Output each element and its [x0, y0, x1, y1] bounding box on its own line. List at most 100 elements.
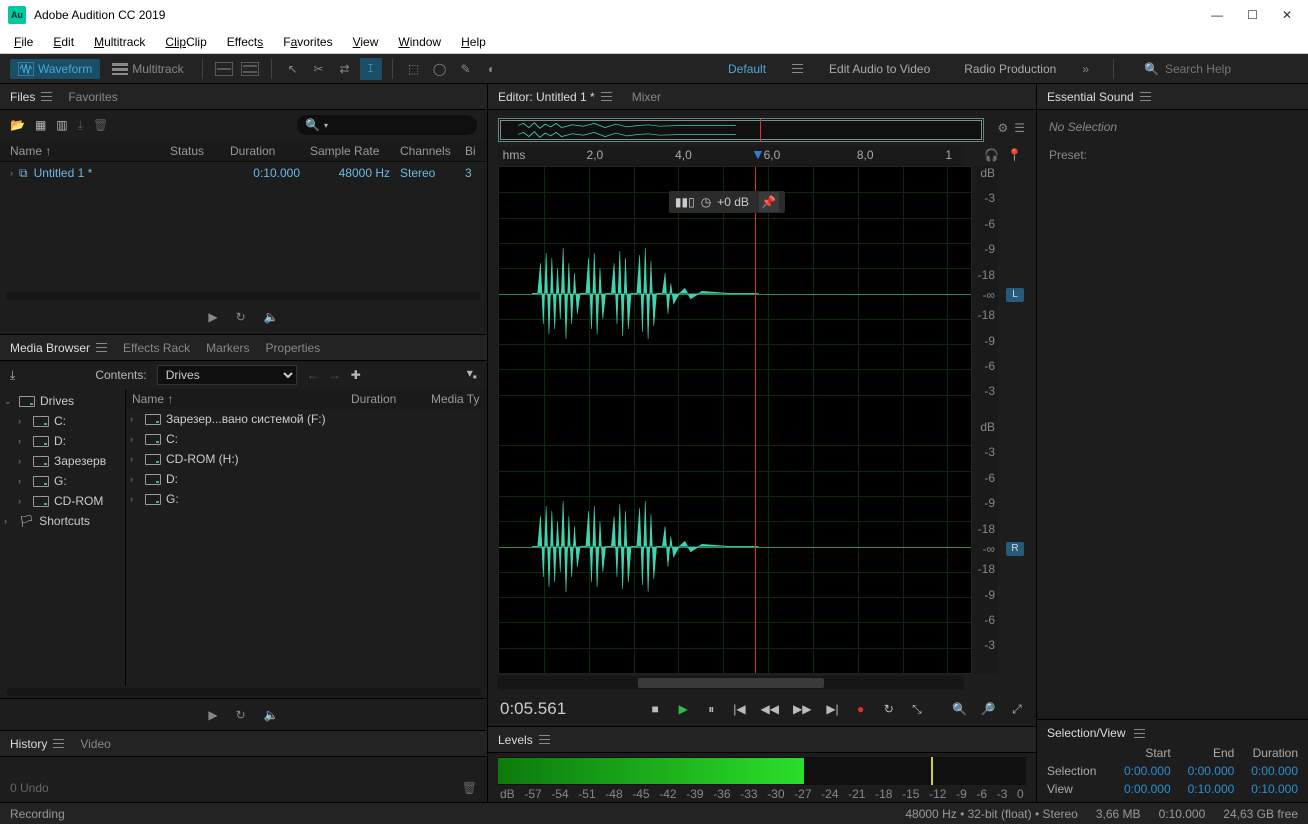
new-file-icon[interactable]: ▦	[35, 118, 46, 132]
maximize-button[interactable]: ☐	[1247, 8, 1258, 22]
channel-r-badge[interactable]: R	[1006, 542, 1024, 556]
close-button[interactable]: ✕	[1282, 8, 1292, 22]
toggle-pitch-icon[interactable]	[239, 58, 261, 80]
overview-settings-icon[interactable]: ⚙	[997, 121, 1008, 135]
files-autoplay-button[interactable]: 🔈	[264, 310, 279, 324]
marquee-tool-icon[interactable]: ⬚	[403, 58, 425, 80]
record-button[interactable]: ●	[854, 699, 868, 719]
play-button[interactable]: ▶	[676, 699, 690, 719]
goto-end-button[interactable]: ▶|	[825, 699, 839, 719]
time-ruler[interactable]: hms 2,0 4,0 6,0 8,0 1 🎧 📍	[498, 146, 964, 166]
menu-window[interactable]: Window	[390, 33, 449, 51]
media-loop-button[interactable]: ↻	[236, 708, 246, 722]
hud-pin-icon[interactable]: 📌	[759, 192, 779, 212]
move-tool-icon[interactable]: ↖	[282, 58, 304, 80]
open-file-icon[interactable]: 📂	[10, 118, 25, 132]
media-up-icon[interactable]: ⤓	[10, 368, 15, 383]
loop-button[interactable]: ↻	[882, 699, 896, 719]
toggle-spectral-icon[interactable]	[213, 58, 235, 80]
pause-button[interactable]: ⏸	[704, 699, 718, 719]
menu-help[interactable]: Help	[453, 33, 494, 51]
brush-tool-icon[interactable]: ✎	[455, 58, 477, 80]
time-selection-tool-icon[interactable]: 𝙸	[360, 58, 382, 80]
workspace-radio[interactable]: Radio Production	[956, 58, 1064, 80]
tree-drives[interactable]: ⌄Drives	[0, 391, 125, 411]
level-meter[interactable]	[498, 757, 1026, 785]
zoom-full-icon[interactable]: ⤢	[1010, 699, 1024, 719]
list-col-duration[interactable]: Duration	[351, 392, 421, 406]
tree-reserved[interactable]: ›Зарезерв	[0, 451, 125, 471]
skip-selection-button[interactable]: ⤡	[910, 699, 924, 719]
waveform-hscroll[interactable]	[498, 676, 964, 690]
media-hscroll[interactable]	[6, 688, 481, 696]
tab-mixer[interactable]: Mixer	[632, 90, 661, 104]
view-start[interactable]: 0:00.000	[1117, 782, 1171, 796]
files-loop-button[interactable]: ↻	[236, 310, 246, 324]
nav-back-icon[interactable]: ←	[307, 368, 319, 382]
col-name[interactable]: Name ↑	[10, 144, 160, 158]
playhead-marker[interactable]	[751, 146, 765, 162]
stop-button[interactable]: ■	[648, 699, 662, 719]
col-duration[interactable]: Duration	[230, 144, 300, 158]
razor-tool-icon[interactable]: ✂	[308, 58, 330, 80]
workspace-more-icon[interactable]: »	[1082, 62, 1089, 76]
nav-fwd-icon[interactable]: →	[329, 368, 341, 382]
waveform-display[interactable]: ▮▮▯ ◷ +0 dB 📌	[498, 166, 972, 674]
list-item[interactable]: ›CD-ROM (H:)	[126, 449, 487, 469]
menu-file[interactable]: File	[6, 33, 41, 51]
delete-icon[interactable]: 🗑	[93, 118, 108, 132]
forward-button[interactable]: ▶▶	[793, 699, 811, 719]
sel-dur[interactable]: 0:00.000	[1244, 764, 1298, 778]
lasso-tool-icon[interactable]: ◯	[429, 58, 451, 80]
multitrack-mode-button[interactable]: Multitrack	[104, 59, 191, 79]
tab-video[interactable]: Video	[80, 737, 110, 751]
view-end[interactable]: 0:10.000	[1181, 782, 1235, 796]
col-bit[interactable]: Bi	[465, 144, 477, 158]
tab-levels[interactable]: Levels	[498, 733, 550, 747]
file-row[interactable]: › ⧉ Untitled 1 * 0:10.000 48000 Hz Stere…	[0, 162, 487, 184]
menu-clip[interactable]: ClipClip	[157, 33, 214, 51]
media-autoplay-button[interactable]: 🔈	[264, 708, 279, 722]
list-col-name[interactable]: Name ↑	[132, 392, 341, 406]
workspace-edit-av[interactable]: Edit Audio to Video	[821, 58, 938, 80]
tree-c[interactable]: ›C:	[0, 411, 125, 431]
tab-media-browser[interactable]: Media Browser	[10, 341, 107, 355]
zoom-out-icon[interactable]: 🔎	[981, 699, 996, 719]
timecode[interactable]: 0:05.561	[500, 699, 620, 719]
menu-view[interactable]: View	[345, 33, 387, 51]
tree-shortcuts[interactable]: ›🏳Shortcuts	[0, 511, 125, 531]
list-item[interactable]: ›C:	[126, 429, 487, 449]
filter-icon[interactable]: ▾▪	[467, 366, 477, 383]
media-play-button[interactable]: ▶	[208, 708, 217, 722]
menu-edit[interactable]: Edit	[45, 33, 82, 51]
col-channels[interactable]: Channels	[400, 144, 455, 158]
goto-start-button[interactable]: |◀	[732, 699, 746, 719]
tab-markers[interactable]: Markers	[206, 341, 249, 355]
tab-favorites[interactable]: Favorites	[68, 90, 117, 104]
tree-d[interactable]: ›D:	[0, 431, 125, 451]
minimize-button[interactable]: —	[1211, 8, 1223, 22]
slip-tool-icon[interactable]: ⇄	[334, 58, 356, 80]
col-rate[interactable]: Sample Rate	[310, 144, 390, 158]
files-menu-icon[interactable]	[41, 92, 52, 101]
search-input[interactable]	[1165, 62, 1285, 76]
tab-editor[interactable]: Editor: Untitled 1 *	[498, 90, 612, 104]
tab-properties[interactable]: Properties	[266, 341, 321, 355]
overview-list-icon[interactable]: ☰	[1014, 121, 1025, 135]
new-multitrack-icon[interactable]: ▥	[56, 118, 67, 132]
menu-multitrack[interactable]: Multitrack	[86, 33, 153, 51]
headphones-icon[interactable]: 🎧	[984, 148, 999, 162]
workspace-menu-icon[interactable]	[792, 64, 803, 73]
files-hscroll[interactable]	[6, 292, 481, 300]
list-col-type[interactable]: Media Ty	[431, 392, 481, 406]
contents-select[interactable]: Drives	[157, 365, 297, 385]
workspace-default[interactable]: Default	[720, 58, 774, 80]
files-play-button[interactable]: ▶	[208, 310, 217, 324]
col-status[interactable]: Status	[170, 144, 220, 158]
volume-hud[interactable]: ▮▮▯ ◷ +0 dB 📌	[669, 191, 785, 213]
tree-g[interactable]: ›G:	[0, 471, 125, 491]
view-dur[interactable]: 0:10.000	[1244, 782, 1298, 796]
overview[interactable]: ⚙ ☰	[498, 118, 984, 142]
list-item[interactable]: ›G:	[126, 489, 487, 509]
rewind-button[interactable]: ◀◀	[761, 699, 779, 719]
